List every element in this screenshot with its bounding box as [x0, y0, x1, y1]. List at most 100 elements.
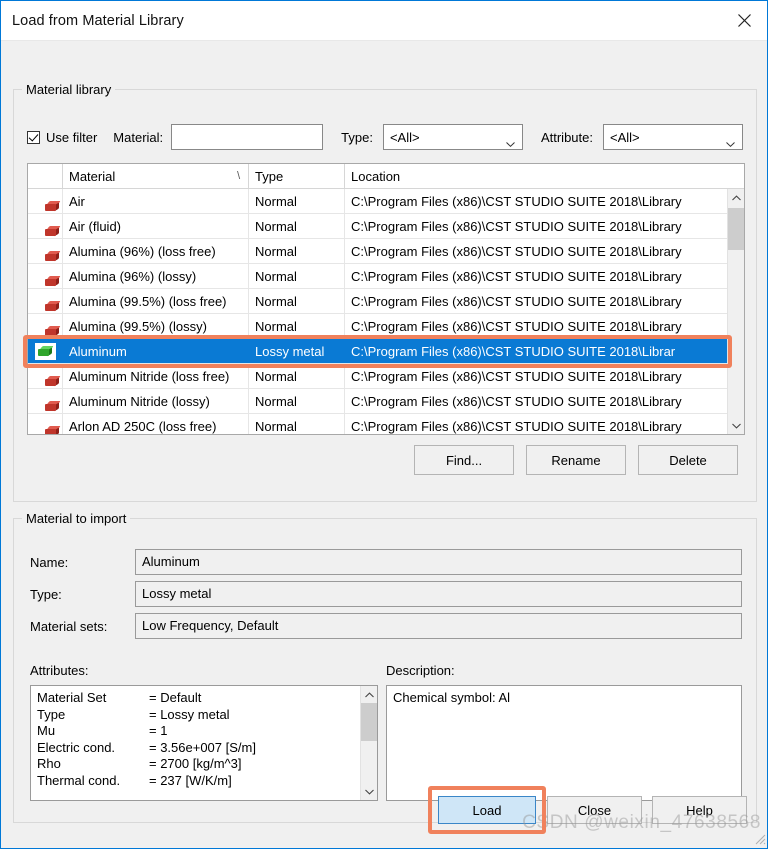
row-location: C:\Program Files (x86)\CST STUDIO SUITE …: [351, 243, 682, 259]
table-row[interactable]: Aluminum Lossy metal C:\Program Files (x86…: [28, 339, 727, 364]
attribute-key: Material Set: [37, 690, 107, 705]
scroll-down-icon[interactable]: [728, 417, 744, 434]
row-material: Arlon AD 250C (loss free): [63, 414, 249, 434]
row-type: Normal: [249, 414, 345, 434]
scrollbar-thumb[interactable]: [361, 703, 377, 741]
column-header-type[interactable]: Type: [249, 164, 345, 188]
material-list-rows: Air Normal C:\Program Files (x86)\CST STUD…: [28, 189, 727, 434]
attribute-line: Rho = 2700 [kg/m^3]: [37, 756, 354, 773]
row-material: Air: [63, 189, 249, 213]
attribute-filter-dropdown[interactable]: <All>: [602, 124, 743, 150]
row-icon-cell: [28, 339, 63, 363]
type-filter-value: <All>: [389, 129, 420, 145]
material-list-scrollwrap: Air Normal C:\Program Files (x86)\CST STUD…: [28, 189, 744, 434]
material-to-import-group-label: Material to import: [22, 511, 131, 526]
chevron-down-icon: [506, 135, 515, 147]
column-header-icon[interactable]: [28, 164, 63, 188]
close-icon: [737, 13, 752, 28]
dialog-window: Load from Material Library Material libr…: [0, 0, 768, 849]
library-button-row: Find... Rename Delete: [414, 445, 738, 475]
attribute-value: = 2700 [kg/m^3]: [149, 756, 242, 771]
material-list-scrollbar[interactable]: [727, 189, 744, 434]
row-material: Aluminum Nitride (lossy): [63, 389, 249, 413]
scroll-up-icon[interactable]: [361, 686, 377, 703]
row-icon-cell: [28, 214, 63, 238]
attribute-key: Type: [37, 706, 66, 722]
load-button[interactable]: Load: [438, 796, 536, 824]
help-button[interactable]: Help: [652, 796, 747, 824]
row-material: Aluminum: [63, 339, 249, 363]
material-sets-value: Low Frequency, Default: [135, 613, 742, 639]
material-list[interactable]: Material / Type Location Air Normal C:\Pro…: [27, 163, 745, 435]
row-type: Normal: [249, 239, 345, 263]
row-type: Normal: [249, 189, 345, 213]
rename-button[interactable]: Rename: [526, 445, 626, 475]
find-button[interactable]: Find...: [414, 445, 514, 475]
row-material: Aluminum Nitride (loss free): [63, 364, 249, 388]
scroll-up-icon[interactable]: [728, 189, 744, 206]
material-library-group-label: Material library: [22, 82, 116, 97]
row-icon-cell: [28, 414, 63, 434]
attribute-key: Rho: [37, 756, 61, 771]
row-location: C:\Program Files (x86)\CST STUDIO SUITE …: [351, 393, 682, 409]
row-type: Normal: [249, 389, 345, 413]
table-row[interactable]: Alumina (96%) (lossy) Normal C:\Program Fi…: [28, 264, 727, 289]
row-icon-cell: [28, 189, 63, 213]
row-location: C:\Program Files (x86)\CST STUDIO SUITE …: [351, 268, 682, 284]
row-type: Normal: [249, 289, 345, 313]
name-field-row: Name: Aluminum: [30, 549, 742, 575]
type-field-row: Type: Lossy metal: [30, 581, 742, 607]
row-material: Alumina (96%) (loss free): [63, 239, 249, 263]
attribute-line: Type = Lossy metal: [37, 707, 354, 724]
attribute-line: Mu = 1: [37, 723, 354, 740]
material-library-group: Material library Use filter Material: Ty…: [13, 82, 757, 502]
attribute-filter-label: Attribute:: [540, 129, 593, 145]
table-row[interactable]: Alumina (99.5%) (lossy) Normal C:\Program …: [28, 314, 727, 339]
type-label: Type:: [30, 586, 62, 602]
row-location: C:\Program Files (x86)\CST STUDIO SUITE …: [351, 218, 682, 234]
material-filter-input[interactable]: [171, 124, 324, 150]
scrollbar-track[interactable]: [361, 703, 377, 783]
attribute-filter-value: <All>: [609, 129, 640, 145]
attribute-value: = 3.56e+007 [S/m]: [149, 739, 256, 755]
table-row[interactable]: Aluminum Nitride (lossy) Normal C:\Program…: [28, 389, 727, 414]
sort-indicator-icon: /: [236, 170, 240, 182]
row-location: C:\Program Files (x86)\CST STUDIO SUITE …: [351, 293, 682, 309]
material-cube-icon-green: [34, 342, 56, 360]
description-label: Description:: [386, 663, 455, 678]
attributes-label: Attributes:: [30, 663, 89, 678]
delete-button[interactable]: Delete: [638, 445, 738, 475]
row-location: C:\Program Files (x86)\CST STUDIO SUITE …: [351, 318, 682, 334]
row-icon-cell: [28, 264, 63, 288]
attribute-key: Electric cond.: [37, 739, 116, 755]
checkbox-icon: [27, 130, 40, 144]
table-row[interactable]: Arlon AD 250C (loss free) Normal C:\Progra…: [28, 414, 727, 434]
material-list-header: Material / Type Location: [28, 164, 744, 189]
material-sets-field-row: Material sets: Low Frequency, Default: [30, 613, 742, 639]
row-type: Lossy metal: [249, 339, 345, 363]
filter-row: Use filter Material: Type: <All> Attribu…: [27, 123, 745, 151]
resize-grip-icon: [753, 832, 766, 845]
attribute-value: = 1: [149, 723, 168, 738]
type-filter-dropdown[interactable]: <All>: [382, 124, 523, 150]
table-row[interactable]: Air Normal C:\Program Files (x86)\CST STUD…: [28, 189, 727, 214]
close-dialog-button[interactable]: Close: [547, 796, 642, 824]
row-location: C:\Program Files (x86)\CST STUDIO SUITE …: [351, 368, 682, 384]
table-row[interactable]: Alumina (99.5%) (loss free) Normal C:\Prog…: [28, 289, 727, 314]
use-filter-checkbox[interactable]: Use filter: [27, 130, 97, 145]
row-type: Normal: [249, 364, 345, 388]
column-header-material[interactable]: Material /: [63, 164, 249, 188]
table-row[interactable]: Air (fluid) Normal C:\Program Files (x86)\…: [28, 214, 727, 239]
row-material: Alumina (99.5%) (loss free): [63, 289, 249, 313]
title-bar: Load from Material Library: [1, 1, 767, 41]
table-row[interactable]: Alumina (96%) (loss free) Normal C:\Progra…: [28, 239, 727, 264]
column-header-location[interactable]: Location: [345, 164, 744, 188]
attribute-line: Material Set = Default: [37, 690, 354, 707]
scrollbar-track[interactable]: [728, 206, 744, 417]
scrollbar-thumb[interactable]: [728, 208, 744, 250]
row-material: Air (fluid): [63, 214, 249, 238]
table-row[interactable]: Aluminum Nitride (loss free) Normal C:\Pro…: [28, 364, 727, 389]
row-type: Normal: [249, 314, 345, 338]
close-button[interactable]: [721, 1, 767, 40]
attribute-key: Mu: [37, 723, 56, 738]
